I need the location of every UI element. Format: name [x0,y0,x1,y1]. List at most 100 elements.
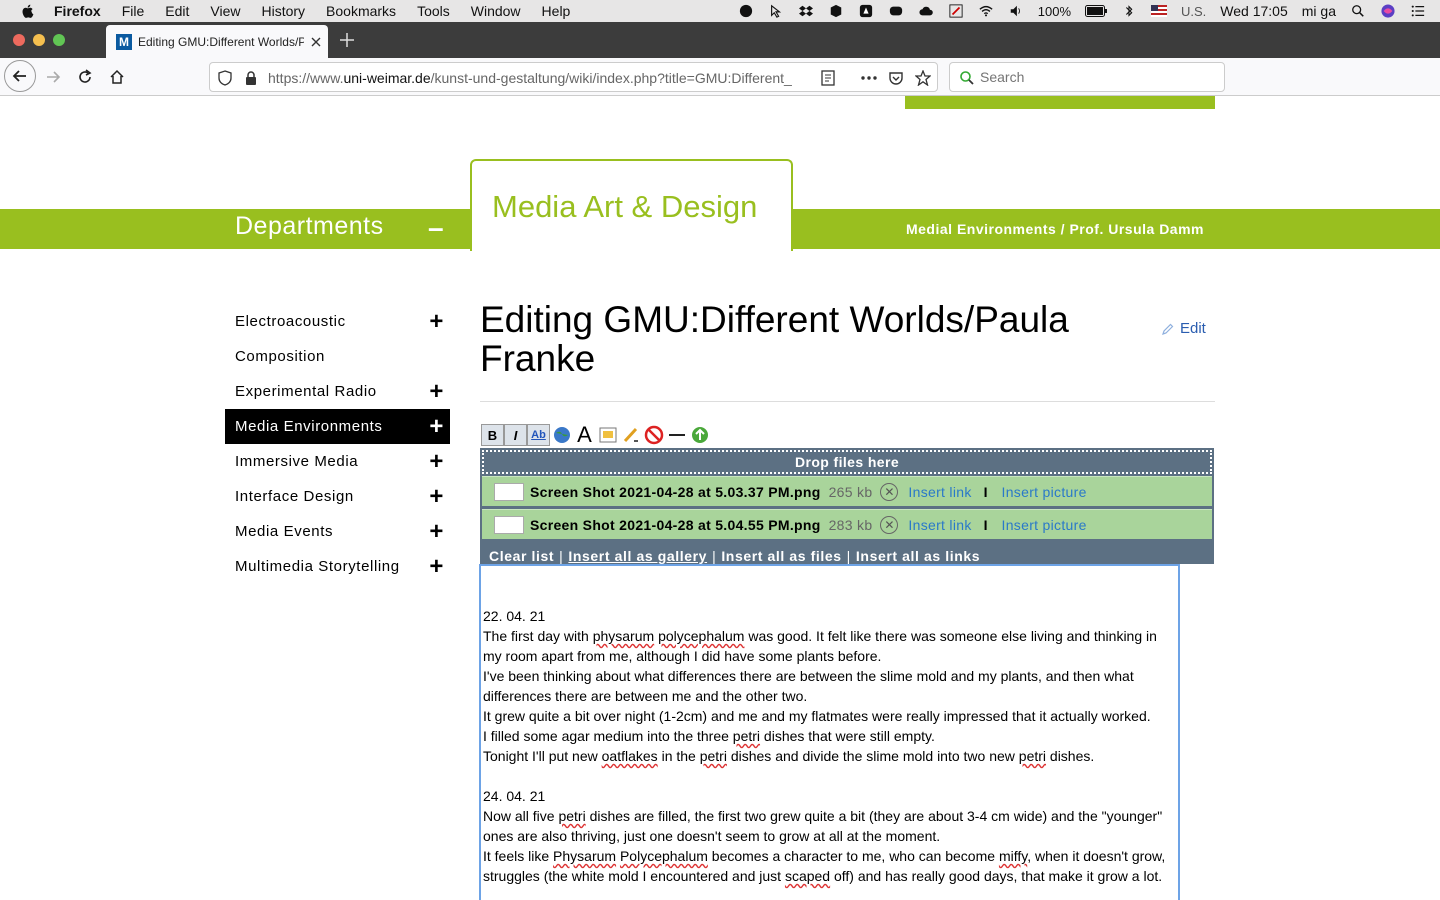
university-logo-band[interactable] [905,96,1215,109]
insert-link-button[interactable]: Insert link [908,517,971,533]
menu-file[interactable]: File [122,3,145,19]
menu-edit[interactable]: Edit [165,3,189,19]
window-close-button[interactable] [13,34,25,46]
wikitext-editor[interactable]: 22. 04. 21 The first day with physarum p… [479,564,1180,900]
menu-tools[interactable]: Tools [417,3,450,19]
url-text[interactable]: https://www.uni-weimar.de/kunst-und-gest… [268,70,810,86]
bold-button[interactable]: B [481,424,504,446]
menu-help[interactable]: Help [542,3,571,19]
departments-collapse-button[interactable]: – [428,212,444,244]
embedded-image-button[interactable] [596,424,619,446]
sidebar-item-electroacoustic[interactable]: Electroacoustic + [225,304,450,339]
cursor-tool-icon[interactable] [768,4,784,18]
siri-icon[interactable] [1380,4,1396,18]
menu-bookmarks[interactable]: Bookmarks [326,3,396,19]
notification-center-icon[interactable] [1410,4,1426,18]
search-bar[interactable] [949,62,1225,92]
page-actions-icon[interactable] [860,75,878,81]
back-button[interactable] [4,60,36,92]
reader-view-icon[interactable] [820,70,836,86]
external-link-button[interactable] [550,424,573,446]
expand-icon[interactable]: + [429,553,444,581]
pocket-icon[interactable] [888,70,904,86]
spotlight-search-icon[interactable] [1350,4,1366,18]
departments-label[interactable]: Departments [235,212,384,241]
edit-label: Edit [1180,320,1206,337]
dropbox-icon[interactable] [798,4,814,18]
monitor-app-icon[interactable] [948,4,964,18]
us-flag-icon[interactable] [1151,4,1167,18]
forward-button[interactable] [38,62,68,92]
apple-icon[interactable] [20,3,36,19]
sidebar-item-composition[interactable]: Composition [225,339,450,374]
sidebar-item-media-environments[interactable]: Media Environments + [225,409,450,444]
home-button[interactable] [102,62,132,92]
sidebar-item-immersive-media[interactable]: Immersive Media + [225,444,450,479]
menu-firefox[interactable]: Firefox [54,3,101,19]
cloud-upload-icon[interactable] [918,4,934,18]
status-app-icon[interactable] [738,4,754,18]
horizontal-line-button[interactable] [665,424,688,446]
new-tab-icon[interactable] [339,32,355,48]
text-span: in the [657,748,700,764]
sidebar-item-media-events[interactable]: Media Events + [225,514,450,549]
upload-button[interactable] [688,424,711,446]
italic-button[interactable]: I [504,424,527,446]
insert-picture-button[interactable]: Insert picture [1002,484,1087,500]
expand-icon[interactable]: + [429,378,444,406]
insert-gallery-button[interactable]: Insert all as gallery [568,548,707,564]
navigation-toolbar: https://www.uni-weimar.de/kunst-und-gest… [0,58,1440,143]
expand-icon[interactable]: + [429,483,444,511]
search-input[interactable] [980,69,1210,85]
expand-icon[interactable]: + [429,448,444,476]
menu-history[interactable]: History [261,3,305,19]
bluetooth-icon[interactable] [1121,4,1137,18]
tab-close-icon[interactable] [310,36,322,48]
menu-window[interactable]: Window [471,3,521,19]
menubar-user[interactable]: mi ga [1302,3,1336,19]
battery-icon[interactable] [1085,4,1107,18]
window-zoom-button[interactable] [53,34,65,46]
faculty-tab[interactable]: Media Art & Design [470,159,793,251]
remove-file-icon[interactable]: ✕ [880,515,899,534]
nowiki-button[interactable] [642,424,665,446]
menu-view[interactable]: View [210,3,240,19]
volume-icon[interactable] [1008,4,1024,18]
edit-link[interactable]: Edit [1162,320,1206,337]
upload-panel: Drop files here Screen Shot 2021-04-28 a… [480,448,1214,564]
browser-tab-active[interactable]: M Editing GMU:Different Worlds/P [106,25,328,58]
insert-link-button[interactable]: Insert link [908,484,971,500]
sync-app-icon[interactable] [888,4,904,18]
input-source-label[interactable]: U.S. [1181,4,1206,19]
chair-label[interactable]: Medial Environments / Prof. Ursula Damm [906,221,1204,237]
search-engine-icon[interactable] [959,70,975,86]
headline-button[interactable]: A [573,422,596,447]
drop-zone[interactable]: Drop files here [482,450,1212,474]
editor-content[interactable]: 22. 04. 21 The first day with physarum p… [483,606,1173,886]
shield-app-icon[interactable] [828,4,844,18]
sidebar-item-multimedia-storytelling[interactable]: Multimedia Storytelling + [225,549,450,584]
clear-list-button[interactable]: Clear list [489,548,554,564]
media-link-button[interactable] [619,424,642,446]
insert-files-button[interactable]: Insert all as files [721,548,841,564]
lock-icon[interactable] [244,70,258,86]
drive-icon[interactable] [858,4,874,18]
menubar-clock[interactable]: Wed 17:05 [1220,3,1287,19]
expand-icon[interactable]: + [429,518,444,546]
sidebar-item-interface-design[interactable]: Interface Design + [225,479,450,514]
bookmark-star-icon[interactable] [915,70,931,86]
expand-icon[interactable]: + [429,308,444,336]
wifi-icon[interactable] [978,4,994,18]
text-line: It feels like Physarum Polycephalum beco… [483,846,1173,886]
tracking-protection-icon[interactable] [218,70,232,86]
insert-picture-button[interactable]: Insert picture [1002,517,1087,533]
sidebar-item-experimental-radio[interactable]: Experimental Radio + [225,374,450,409]
window-minimize-button[interactable] [33,34,45,46]
faculty-title[interactable]: Media Art & Design [492,189,757,225]
reload-button[interactable] [70,62,100,92]
remove-file-icon[interactable]: ✕ [880,482,899,501]
internal-link-button[interactable]: Ab [527,424,550,446]
insert-links-button[interactable]: Insert all as links [856,548,980,564]
expand-icon[interactable]: + [429,413,444,441]
url-bar[interactable]: https://www.uni-weimar.de/kunst-und-gest… [209,62,938,92]
